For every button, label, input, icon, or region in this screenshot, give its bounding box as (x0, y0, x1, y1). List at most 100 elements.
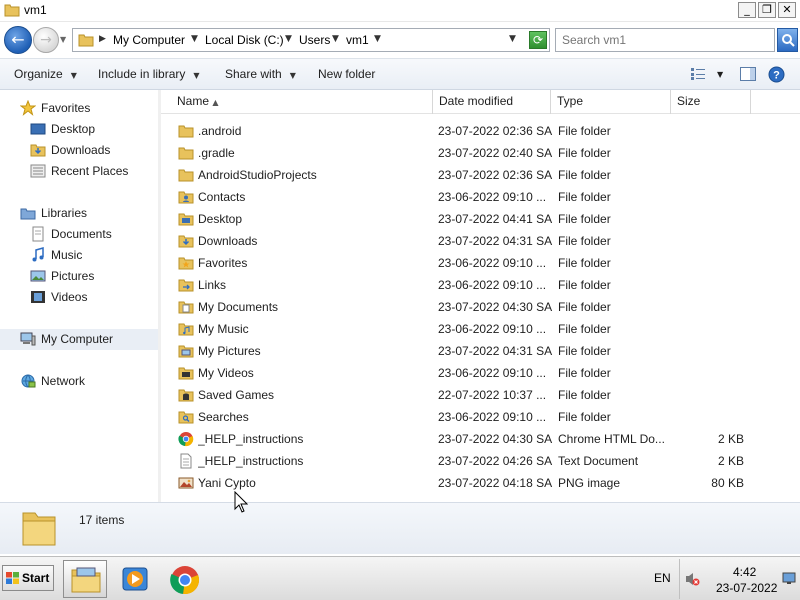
nav-favorites[interactable]: Favorites (0, 98, 160, 118)
file-row[interactable]: _HELP_instructions 23-07-2022 04:26 SA Tex… (161, 450, 800, 472)
nav-libraries-label: Libraries (41, 206, 88, 220)
file-name: Links (198, 278, 227, 292)
volume-muted-icon[interactable] (684, 571, 700, 587)
file-date-modified: 23-06-2022 09:10 ... (438, 190, 547, 204)
address-history-dropdown-icon[interactable]: ▼ (509, 34, 516, 44)
view-dropdown-icon[interactable]: ▼ (717, 70, 723, 79)
file-row[interactable]: Searches 23-06-2022 09:10 ... File folder (161, 406, 800, 428)
file-date-modified: 23-07-2022 02:40 SA (438, 146, 553, 160)
recent-pages-dropdown-icon[interactable]: ▼ (60, 35, 66, 44)
file-row[interactable]: Contacts 23-06-2022 09:10 ... File folder (161, 186, 800, 208)
nav-my-computer[interactable]: My Computer (0, 329, 160, 350)
breadcrumb-local-disk[interactable]: Local Disk (C:) (205, 33, 284, 47)
file-row[interactable]: My Music 23-06-2022 09:10 ... File folder (161, 318, 800, 340)
details-pane: 17 items (0, 502, 800, 554)
file-row[interactable]: Favorites 23-06-2022 09:10 ... File folder (161, 252, 800, 274)
minimize-button[interactable]: _ (738, 2, 756, 18)
file-date-modified: 23-06-2022 09:10 ... (438, 322, 547, 336)
file-row[interactable]: _HELP_instructions 23-07-2022 04:30 SA Chr… (161, 428, 800, 450)
clock-time[interactable]: 4:42 (733, 565, 756, 579)
show-desktop-icon[interactable] (782, 571, 796, 585)
column-header-row: Name ▲ Date modified Type Size (161, 90, 800, 114)
start-button[interactable]: Start (2, 565, 54, 591)
language-indicator[interactable]: EN (654, 571, 671, 585)
nav-downloads-label: Downloads (51, 143, 111, 157)
chevron-down-icon[interactable]: ▼ (285, 34, 292, 44)
windows-logo-icon (6, 572, 19, 584)
forward-button[interactable]: → (33, 27, 59, 53)
nav-documents[interactable]: Documents (0, 224, 160, 244)
file-row[interactable]: Downloads 23-07-2022 04:31 SA File folder (161, 230, 800, 252)
file-date-modified: 23-06-2022 09:10 ... (438, 410, 547, 424)
nav-videos[interactable]: Videos (0, 287, 160, 307)
clock-date[interactable]: 23-07-2022 (716, 581, 777, 595)
share-with-menu[interactable]: Share with ▼ (225, 67, 296, 81)
back-button[interactable]: ← (4, 26, 32, 54)
searches-folder-icon (178, 411, 194, 424)
file-row[interactable]: Desktop 23-07-2022 04:41 SA File folder (161, 208, 800, 230)
column-header-name[interactable]: Name ▲ (171, 90, 433, 114)
file-row[interactable]: Yani Cypto 23-07-2022 04:18 SA PNG image 80… (161, 472, 800, 494)
refresh-button[interactable]: ⟳ (529, 31, 547, 49)
breadcrumb-users[interactable]: Users (299, 33, 330, 47)
taskbar-media-player[interactable] (113, 560, 157, 598)
pictures-folder-icon (178, 345, 194, 358)
nav-libraries[interactable]: Libraries (0, 203, 160, 223)
png-image-icon (178, 477, 194, 489)
organize-menu[interactable]: Organize ▼ (14, 67, 77, 81)
chevron-down-icon[interactable]: ▼ (332, 34, 339, 44)
column-header-date[interactable]: Date modified (433, 90, 551, 114)
nav-network[interactable]: Network (0, 371, 160, 391)
chevron-down-icon[interactable]: ▼ (374, 34, 381, 44)
file-type: Chrome HTML Do... (558, 432, 665, 446)
file-row[interactable]: .android 23-07-2022 02:36 SA File folder (161, 120, 800, 142)
preview-pane-icon[interactable] (740, 67, 756, 81)
nav-music[interactable]: Music (0, 245, 160, 265)
search-button[interactable] (777, 28, 798, 52)
file-name: My Music (198, 322, 249, 336)
chrome-html-icon (178, 432, 194, 447)
search-box[interactable] (555, 28, 775, 52)
new-folder-button[interactable]: New folder (318, 67, 375, 81)
folder-icon (178, 147, 194, 160)
address-bar[interactable]: ▶ My Computer ▼ Local Disk (C:) ▼ Users … (72, 28, 550, 52)
breadcrumb-vm1[interactable]: vm1 (346, 33, 369, 47)
file-row[interactable]: My Videos 23-06-2022 09:10 ... File folder (161, 362, 800, 384)
nav-recent-places[interactable]: Recent Places (0, 161, 160, 181)
breadcrumb-my-computer[interactable]: My Computer (113, 33, 185, 47)
file-row[interactable]: My Pictures 23-07-2022 04:31 SA File folde… (161, 340, 800, 362)
file-name: Downloads (198, 234, 258, 248)
chrome-icon (170, 566, 200, 595)
search-input[interactable] (556, 29, 774, 51)
include-in-library-menu[interactable]: Include in library ▼ (98, 67, 200, 81)
chevron-right-icon[interactable]: ▶ (99, 34, 106, 44)
saved-games-folder-icon (178, 389, 194, 402)
file-row[interactable]: Saved Games 22-07-2022 10:37 ... File fold… (161, 384, 800, 406)
column-header-size[interactable]: Size (671, 90, 751, 114)
nav-desktop[interactable]: Desktop (0, 119, 160, 139)
file-row[interactable]: AndroidStudioProjects 23-07-2022 02:36 SA… (161, 164, 800, 186)
file-size: 2 KB (717, 432, 744, 446)
chevron-down-icon[interactable]: ▼ (191, 34, 198, 44)
nav-downloads[interactable]: Downloads (0, 140, 160, 160)
view-options-icon[interactable] (690, 67, 706, 81)
close-button[interactable]: ✕ (778, 2, 796, 18)
navigation-pane: Favorites Desktop Downloads Recent Place… (0, 90, 160, 502)
help-icon[interactable]: ? (768, 66, 785, 83)
videos-folder-icon (178, 367, 194, 380)
taskbar-chrome[interactable] (163, 560, 207, 598)
file-row[interactable]: .gradle 23-07-2022 02:40 SA File folder (161, 142, 800, 164)
maximize-button[interactable]: ❐ (758, 2, 776, 18)
libraries-icon (20, 208, 36, 220)
file-date-modified: 23-06-2022 09:10 ... (438, 278, 547, 292)
item-count: 17 items (79, 513, 125, 527)
file-date-modified: 23-07-2022 02:36 SA (438, 124, 553, 138)
file-row[interactable]: Links 23-06-2022 09:10 ... File folder (161, 274, 800, 296)
taskbar-file-explorer[interactable] (63, 560, 107, 598)
nav-documents-label: Documents (51, 227, 112, 241)
share-with-label: Share with (225, 67, 282, 81)
file-type: File folder (558, 300, 611, 314)
column-header-type[interactable]: Type (551, 90, 671, 114)
nav-pictures[interactable]: Pictures (0, 266, 160, 286)
file-row[interactable]: My Documents 23-07-2022 04:30 SA File fold… (161, 296, 800, 318)
